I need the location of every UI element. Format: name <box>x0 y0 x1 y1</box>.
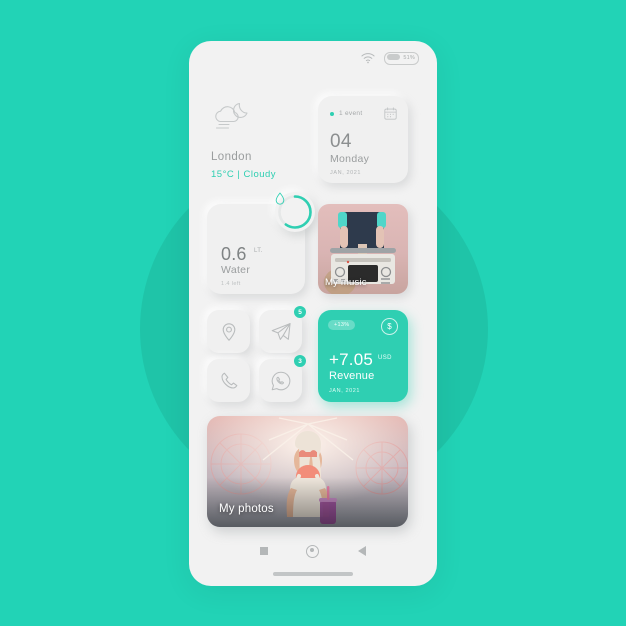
weather-condition: 15°C | Cloudy <box>211 169 277 180</box>
map-pin-icon <box>222 322 235 341</box>
calendar-header: 1 event <box>330 107 397 120</box>
battery-fill <box>386 54 400 60</box>
cloud-moon-icon <box>215 102 248 129</box>
water-progress-ring[interactable] <box>275 192 315 232</box>
triangle-back-icon[interactable] <box>357 546 366 556</box>
status-bar: 51% <box>189 41 437 75</box>
calendar-event-indicator: 1 event <box>330 110 362 117</box>
home-indicator[interactable] <box>273 572 353 576</box>
water-unit: LT. <box>254 248 263 254</box>
app-icon-location[interactable] <box>207 310 250 353</box>
weather-city: London <box>211 151 252 163</box>
calendar-weekday: Monday <box>330 153 370 165</box>
revenue-label: Revenue <box>329 370 375 382</box>
revenue-currency: USD <box>378 355 392 361</box>
calendar-day-number: 04 <box>330 131 352 152</box>
circle-home-icon[interactable] <box>306 544 320 558</box>
app-icon-whatsapp[interactable]: 3 <box>259 355 306 402</box>
photos-caption: My photos <box>219 503 274 515</box>
music-caption: My music <box>325 277 367 288</box>
water-drop-icon <box>275 192 285 205</box>
calendar-event-count: 1 event <box>339 110 363 117</box>
calendar-icon <box>384 107 397 120</box>
calendar-widget[interactable]: 1 event 04 Monday JAN, 2021 <box>318 96 408 183</box>
water-label: Water <box>221 264 251 276</box>
revenue-amount: +7.05 <box>329 350 374 369</box>
revenue-date: JAN, 2021 <box>329 388 361 394</box>
water-remaining: 1.4 left <box>221 281 241 287</box>
badge-count: 5 <box>294 306 306 318</box>
send-plane-icon <box>271 322 291 340</box>
square-recents-icon[interactable] <box>260 547 269 555</box>
app-icon-telegram[interactable]: 5 <box>259 306 306 353</box>
revenue-change-badge: +13% <box>328 320 356 330</box>
music-widget[interactable]: My music <box>318 204 408 294</box>
weather-widget[interactable]: London 15°C | Cloudy <box>211 101 316 181</box>
event-dot-icon <box>330 111 334 116</box>
calendar-month-year: JAN, 2021 <box>330 170 362 176</box>
phone-frame: 51% London 15°C | Cloudy 1 event 04 Mond… <box>189 41 437 586</box>
app-icon-phone[interactable] <box>207 359 250 402</box>
badge-count: 3 <box>294 355 306 367</box>
water-amount: 0.6 <box>221 244 247 264</box>
wifi-icon <box>361 53 375 64</box>
phone-handset-icon <box>220 372 237 389</box>
whatsapp-icon <box>271 371 290 390</box>
battery-level: 51% <box>403 54 415 61</box>
dollar-coin-icon: $ <box>381 318 398 335</box>
battery-icon: 51% <box>384 51 419 65</box>
revenue-widget[interactable]: +13% $ +7.05 USD Revenue JAN, 2021 <box>318 310 408 402</box>
android-nav-bar <box>189 538 437 564</box>
photos-widget[interactable]: My photos <box>207 416 408 527</box>
water-widget[interactable]: 0.6 LT. Water 1.4 left <box>207 192 315 294</box>
